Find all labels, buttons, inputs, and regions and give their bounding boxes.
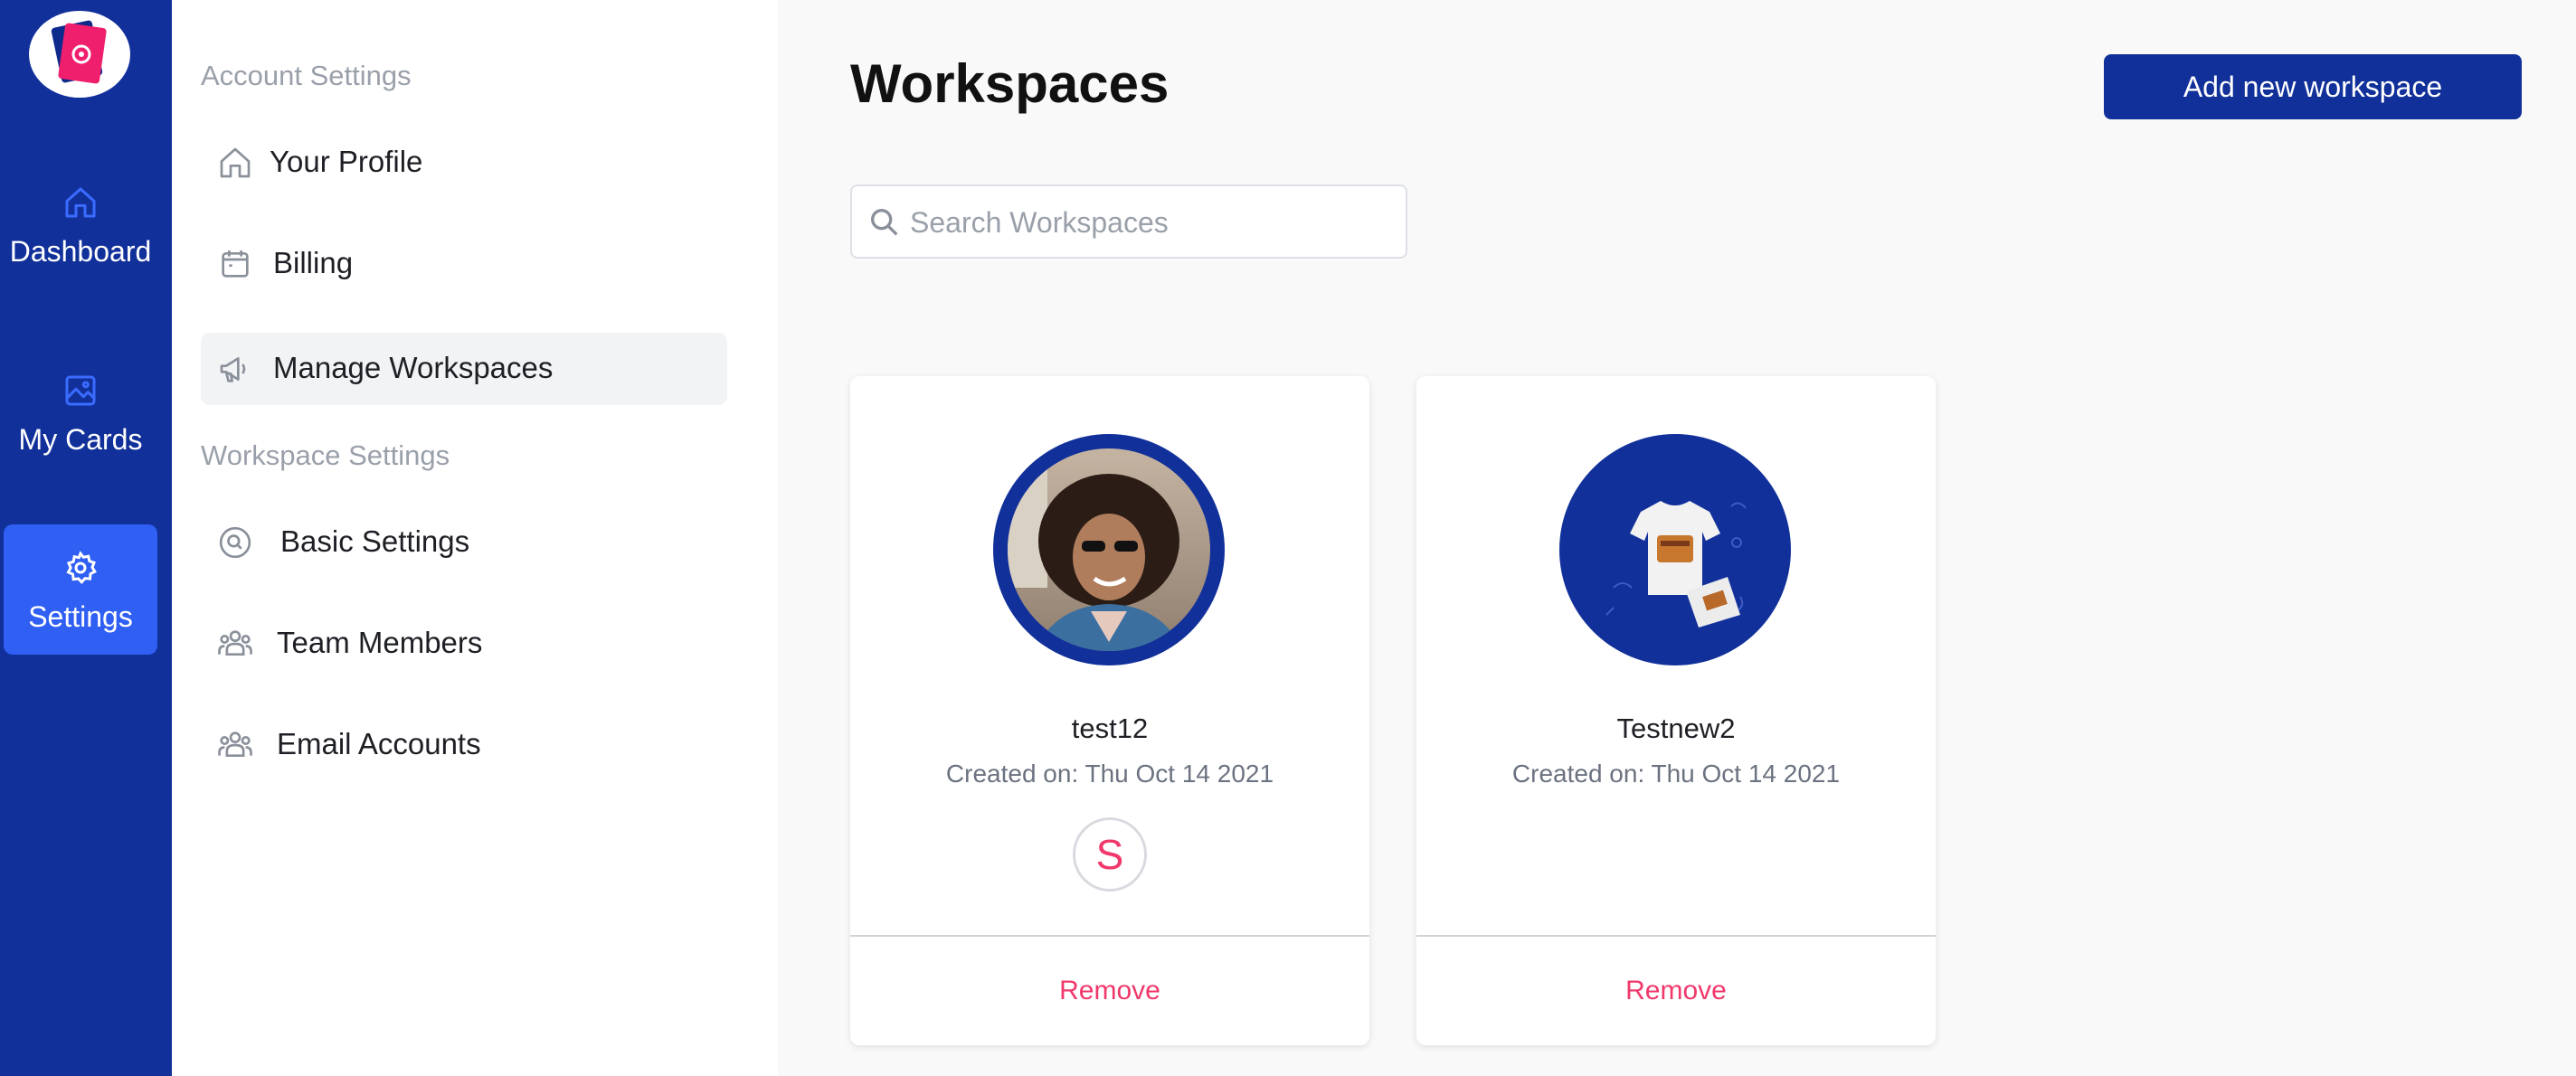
menu-item-your-profile[interactable]: Your Profile: [201, 127, 727, 199]
rail-item-settings[interactable]: Settings: [4, 524, 157, 655]
menu-item-label: Team Members: [277, 626, 483, 659]
rail-item-label: Dashboard: [9, 235, 152, 268]
search-input[interactable]: [910, 201, 1380, 244]
workspace-created-date: Created on: Thu Oct 14 2021: [1511, 760, 1841, 788]
app-rail: Dashboard My Cards Settings: [0, 0, 172, 1076]
workspace-settings-heading: Workspace Settings: [201, 439, 450, 471]
users-icon: [218, 630, 252, 656]
search-icon: [871, 209, 898, 236]
menu-item-team-members[interactable]: Team Members: [201, 608, 727, 680]
workspace-created-date: Created on: Thu Oct 14 2021: [945, 760, 1274, 788]
account-settings-heading: Account Settings: [201, 60, 412, 91]
menu-item-label: Basic Settings: [280, 524, 470, 558]
search-box: [850, 184, 1407, 259]
remove-workspace-button[interactable]: Remove: [850, 937, 1369, 1045]
workspace-avatar: [1559, 434, 1791, 665]
menu-item-basic-settings[interactable]: Basic Settings: [201, 506, 727, 579]
workspace-name: Testnew2: [1616, 713, 1736, 744]
workspace-logo-image: [1605, 501, 1747, 628]
rail-item-my-cards[interactable]: My Cards: [4, 347, 157, 477]
image-icon: [65, 375, 96, 406]
menu-item-label: Billing: [273, 246, 354, 279]
gear-icon: [66, 551, 97, 585]
app-logo[interactable]: [29, 11, 130, 98]
menu-item-billing[interactable]: Billing: [201, 228, 727, 300]
search-circle-icon: [219, 526, 251, 559]
settings-menu: Account Settings Your Profile Billing Ma…: [172, 0, 778, 1076]
workspace-card: Testnew2 Created on: Thu Oct 14 2021 Rem…: [1416, 376, 1936, 1045]
megaphone-icon: [220, 357, 246, 382]
menu-item-label: Your Profile: [270, 145, 423, 178]
menu-item-label: Manage Workspaces: [273, 351, 554, 384]
menu-item-email-accounts[interactable]: Email Accounts: [201, 709, 727, 781]
add-new-workspace-button[interactable]: Add new workspace: [2104, 54, 2522, 119]
home-icon: [65, 187, 96, 218]
member-avatar[interactable]: S: [1073, 817, 1147, 892]
workspace-photo: [1008, 448, 1210, 651]
calendar-icon: [222, 250, 249, 278]
logo-icon: [51, 20, 107, 84]
workspace-avatar: [993, 434, 1225, 665]
menu-item-label: Email Accounts: [277, 727, 481, 760]
workspace-card: test12 Created on: Thu Oct 14 2021 S Rem…: [850, 376, 1369, 1045]
workspace-name: test12: [1071, 713, 1149, 744]
menu-item-manage-workspaces[interactable]: Manage Workspaces: [201, 333, 727, 405]
rail-item-label: My Cards: [18, 423, 143, 456]
page-title: Workspaces: [850, 53, 1170, 114]
remove-workspace-button[interactable]: Remove: [1416, 937, 1936, 1045]
rail-item-dashboard[interactable]: Dashboard: [4, 159, 157, 289]
home-icon: [220, 147, 251, 178]
rail-item-label: Settings: [28, 600, 133, 633]
users-icon: [218, 731, 252, 757]
